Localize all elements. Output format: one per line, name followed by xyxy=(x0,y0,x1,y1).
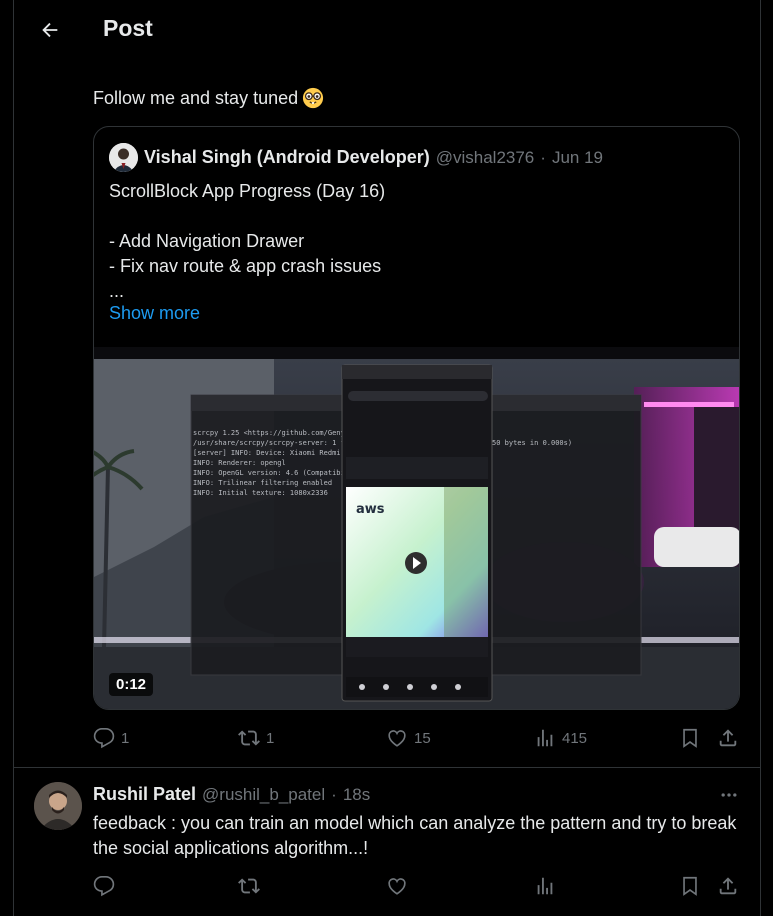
quoted-post-body: ScrollBlock App Progress (Day 16) - Add … xyxy=(109,179,719,304)
column-border-right xyxy=(760,0,761,916)
svg-text:INFO: Initial texture: 1080x23: INFO: Initial texture: 1080x2336 xyxy=(193,489,328,497)
svg-text:50 bytes in 0.000s): 50 bytes in 0.000s) xyxy=(492,439,572,447)
video-thumbnail: scrcpy 1.25 <https://github.com/Genym /u… xyxy=(94,347,739,709)
repost-icon xyxy=(238,730,260,746)
column-border-left xyxy=(13,0,14,916)
reply-button[interactable]: 1 xyxy=(93,727,129,749)
repost-icon xyxy=(238,878,260,894)
bookmark-icon xyxy=(683,728,697,748)
quoted-author-handle[interactable]: @vishal2376 xyxy=(436,148,535,168)
svg-text:/usr/share/scrcpy/scrcpy-serve: /usr/share/scrcpy/scrcpy-server: 1 fi xyxy=(193,439,349,447)
reply-header: Rushil Patel @rushil_b_patel · 18s xyxy=(93,784,370,805)
video-duration-badge: 0:12 xyxy=(109,673,154,696)
reply-timestamp[interactable]: 18s xyxy=(343,785,370,805)
like-count: 15 xyxy=(414,729,431,747)
svg-text:INFO: Trilinear filtering enab: INFO: Trilinear filtering enabled xyxy=(193,479,332,487)
svg-text:aws: aws xyxy=(356,502,385,517)
page-title: Post xyxy=(103,15,153,41)
svg-text:INFO: Renderer: opengl: INFO: Renderer: opengl xyxy=(193,459,286,467)
like-button[interactable] xyxy=(386,875,408,897)
views-chart-icon xyxy=(537,729,553,747)
reply-button[interactable] xyxy=(93,875,115,897)
quoted-author-name[interactable]: Vishal Singh (Android Developer) xyxy=(144,147,430,168)
quoted-line: ScrollBlock App Progress (Day 16) xyxy=(109,181,386,201)
more-options-button[interactable] xyxy=(716,782,742,808)
svg-text:INFO: OpenGL version: 4.6 (Com: INFO: OpenGL version: 4.6 (Compatibil xyxy=(193,469,349,477)
arrow-left-icon xyxy=(42,22,58,38)
back-button[interactable] xyxy=(32,12,68,48)
heart-icon xyxy=(388,878,406,895)
page-header: Post xyxy=(14,0,760,62)
bookmark-button[interactable] xyxy=(679,875,701,897)
share-icon xyxy=(719,877,737,895)
reply-author-name[interactable]: Rushil Patel xyxy=(93,784,196,805)
avatar[interactable] xyxy=(34,782,82,830)
repost-button[interactable]: 1 xyxy=(238,727,274,749)
divider xyxy=(14,767,760,768)
reply-author-handle[interactable]: @rushil_b_patel xyxy=(202,785,325,805)
svg-text:[server] INFO: Device: Xiaomi: [server] INFO: Device: Xiaomi Redmi N xyxy=(193,449,349,457)
share-icon xyxy=(719,729,737,747)
quoted-line: - Fix nav route & app crash issues xyxy=(109,256,382,276)
quoted-line: ... xyxy=(109,281,125,301)
quoted-line xyxy=(109,204,719,229)
post-page: Post Follow me and stay tuned Vishal Sin… xyxy=(0,0,773,916)
quoted-line: - Add Navigation Drawer xyxy=(109,231,305,251)
show-more-link[interactable]: Show more xyxy=(109,303,200,324)
reply-icon xyxy=(93,876,115,897)
views-chart-icon xyxy=(537,877,553,895)
share-button[interactable] xyxy=(717,875,739,897)
bookmark-icon xyxy=(683,876,697,896)
more-horizontal-icon xyxy=(721,793,737,797)
views-button[interactable]: 415 xyxy=(534,727,587,749)
separator-dot: · xyxy=(540,147,546,167)
repost-count: 1 xyxy=(266,729,275,747)
views-count: 415 xyxy=(562,729,588,747)
svg-text:scrcpy 1.25 <https://github.co: scrcpy 1.25 <https://github.com/Genym xyxy=(193,429,349,437)
quoted-post-card[interactable]: Vishal Singh (Android Developer) @vishal… xyxy=(93,126,740,710)
share-button[interactable] xyxy=(717,727,739,749)
post-text: Follow me and stay tuned xyxy=(93,87,324,109)
post-action-bar: 1 1 15 415 xyxy=(93,727,743,753)
quoted-post-date[interactable]: Jun 19 xyxy=(552,148,603,168)
reply-icon xyxy=(93,728,115,749)
bookmark-button[interactable] xyxy=(679,727,701,749)
video-player[interactable]: scrcpy 1.25 <https://github.com/Genym /u… xyxy=(94,347,739,709)
repost-button[interactable] xyxy=(238,875,260,897)
heart-icon xyxy=(388,730,406,747)
reply-count: 1 xyxy=(121,729,130,747)
separator-dot: · xyxy=(331,785,337,804)
nerd-face-emoji-icon xyxy=(303,87,324,109)
avatar[interactable] xyxy=(109,143,138,172)
reply-text: feedback : you can train an model which … xyxy=(93,813,737,858)
views-button[interactable] xyxy=(534,875,556,897)
like-button[interactable]: 15 xyxy=(386,727,431,749)
quoted-post-header: Vishal Singh (Android Developer) @vishal… xyxy=(109,143,603,172)
post-text-content: Follow me and stay tuned xyxy=(93,87,299,108)
reply-action-bar xyxy=(93,875,743,901)
